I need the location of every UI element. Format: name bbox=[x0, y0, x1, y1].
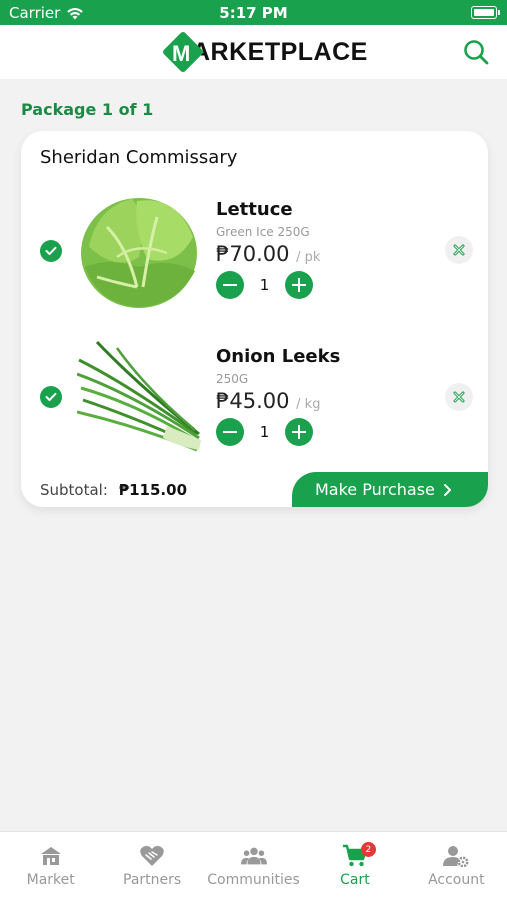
tab-label: Market bbox=[26, 872, 75, 888]
minus-icon bbox=[223, 431, 237, 433]
cart-badge: 2 bbox=[360, 842, 376, 857]
item-price-value: ₱45.00 bbox=[216, 389, 290, 413]
decrement-button[interactable] bbox=[216, 271, 244, 299]
marketplace-logo[interactable]: ARKETPLACE bbox=[161, 30, 368, 74]
battery-icon bbox=[471, 6, 500, 19]
tab-label: Cart bbox=[340, 872, 370, 888]
tab-cart[interactable]: 2 Cart bbox=[304, 832, 405, 900]
item-variant: Green Ice 250G bbox=[216, 225, 310, 239]
cart-item: Onion Leeks 250G ₱45.00 / kg 1 bbox=[21, 328, 488, 468]
item-price: ₱70.00 / pk bbox=[216, 242, 320, 266]
item-price: ₱45.00 / kg bbox=[216, 389, 320, 413]
app-header: ARKETPLACE M bbox=[0, 25, 507, 79]
item-price-value: ₱70.00 bbox=[216, 242, 290, 266]
subtotal-label: Subtotal: bbox=[40, 481, 108, 499]
lettuce-image bbox=[81, 198, 197, 308]
subtotal-value: ₱115.00 bbox=[118, 481, 188, 499]
item-variant: 250G bbox=[216, 372, 249, 386]
tab-bar: Market Partners Communities 2 Cart Accou… bbox=[0, 831, 507, 900]
checkbox-checked-icon[interactable] bbox=[40, 386, 62, 408]
handshake-heart-icon bbox=[139, 844, 165, 868]
tab-market[interactable]: Market bbox=[0, 832, 101, 900]
search-icon[interactable] bbox=[462, 38, 490, 66]
status-bar: Carrier 5:17 PM bbox=[0, 0, 507, 25]
checkbox-checked-icon[interactable] bbox=[40, 240, 62, 262]
increment-button[interactable] bbox=[285, 271, 313, 299]
item-name[interactable]: Lettuce bbox=[216, 199, 293, 220]
user-gear-icon bbox=[443, 844, 469, 868]
package-label: Package 1 of 1 bbox=[21, 100, 154, 119]
store-name: Sheridan Commissary bbox=[40, 147, 238, 168]
clock: 5:17 PM bbox=[219, 4, 288, 22]
tab-label: Account bbox=[428, 872, 485, 888]
quantity-stepper: 1 bbox=[216, 271, 313, 299]
remove-item-button[interactable] bbox=[445, 236, 473, 264]
market-icon bbox=[38, 844, 64, 868]
decrement-button[interactable] bbox=[216, 418, 244, 446]
item-unit: / kg bbox=[296, 397, 321, 412]
subtotal: Subtotal: ₱115.00 bbox=[40, 481, 187, 499]
people-group-icon bbox=[240, 844, 267, 868]
remove-icon bbox=[453, 391, 465, 403]
minus-icon bbox=[223, 284, 237, 286]
item-unit: / pk bbox=[296, 250, 321, 265]
item-name[interactable]: Onion Leeks bbox=[216, 346, 340, 367]
logo-letter: M bbox=[172, 41, 191, 66]
make-purchase-label: Make Purchase bbox=[315, 480, 435, 499]
tab-communities[interactable]: Communities bbox=[203, 832, 304, 900]
tab-label: Partners bbox=[123, 872, 182, 888]
store-card: Sheridan Commissary Lettuce Green Ice 25… bbox=[21, 131, 488, 507]
quantity-value: 1 bbox=[259, 423, 270, 441]
make-purchase-button[interactable]: Make Purchase bbox=[292, 472, 488, 507]
remove-item-button[interactable] bbox=[445, 383, 473, 411]
increment-button[interactable] bbox=[285, 418, 313, 446]
tab-label: Communities bbox=[207, 872, 300, 888]
tab-account[interactable]: Account bbox=[406, 832, 507, 900]
logo-text: ARKETPLACE bbox=[192, 37, 368, 66]
quantity-value: 1 bbox=[259, 276, 270, 294]
quantity-stepper: 1 bbox=[216, 418, 313, 446]
remove-icon bbox=[453, 244, 465, 256]
tab-partners[interactable]: Partners bbox=[101, 832, 202, 900]
chevron-right-icon bbox=[443, 483, 451, 496]
cart-item: Lettuce Green Ice 250G ₱70.00 / pk 1 bbox=[21, 181, 488, 321]
onion-leeks-image bbox=[77, 340, 201, 452]
